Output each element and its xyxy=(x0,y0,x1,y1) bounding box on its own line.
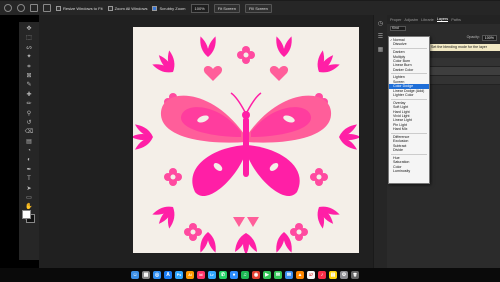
path-select-tool-icon[interactable]: ➤ xyxy=(25,186,33,192)
butterfly-artwork xyxy=(131,35,361,255)
eraser-tool-icon[interactable]: ⌫ xyxy=(25,129,33,135)
music-icon[interactable]: ♪ xyxy=(318,270,326,279)
menu-separator xyxy=(391,153,427,155)
blend-mode-dropdown: NormalDissolveDarkenMultiplyColor BurnLi… xyxy=(388,36,430,184)
gradient-tool-icon[interactable]: ▤ xyxy=(25,139,33,145)
photoshop-icon[interactable]: Ps xyxy=(175,270,183,279)
layers-list xyxy=(430,58,500,148)
layer-row[interactable] xyxy=(430,67,500,76)
menu-separator xyxy=(391,73,427,75)
stamp-tool-icon[interactable]: ⚲ xyxy=(25,111,33,117)
healing-tool-icon[interactable]: ✚ xyxy=(25,92,33,98)
blur-tool-icon[interactable]: ◔ xyxy=(25,148,33,154)
zoom-tool-icon[interactable] xyxy=(17,4,25,12)
properties-icon[interactable]: ☰ xyxy=(377,34,384,41)
whatsapp-icon[interactable]: ✆ xyxy=(219,270,227,279)
zoom-out-icon[interactable] xyxy=(43,4,51,12)
zoom-level-field[interactable]: 100% xyxy=(190,3,209,13)
home-icon[interactable] xyxy=(4,4,12,12)
crop-tool-icon[interactable]: ⌗ xyxy=(25,64,33,70)
dodge-tool-icon[interactable]: ◐ xyxy=(25,157,33,163)
document-canvas[interactable] xyxy=(131,27,361,255)
layer-row[interactable] xyxy=(430,76,500,85)
menu-separator xyxy=(391,132,427,134)
shape-tool-icon[interactable]: ▭ xyxy=(25,195,33,201)
notes-icon[interactable]: ▤ xyxy=(329,270,337,279)
tools-panel: ✥⬚ᔕ✦⌗⊠✎✚✏⚲↺⌫▤◔◐✒T➤▭✋⚲ xyxy=(19,22,39,260)
layer-row[interactable] xyxy=(430,58,500,67)
blend-mode-hard-mix[interactable]: Hard Mix xyxy=(389,127,429,131)
blend-mode-divide[interactable]: Divide xyxy=(389,148,429,152)
system-preferences-icon[interactable]: ⚙ xyxy=(340,270,348,279)
magic-wand-tool-icon[interactable]: ✦ xyxy=(25,54,33,60)
lightroom-icon[interactable]: Lr xyxy=(208,270,216,279)
scrubby-zoom-checkbox[interactable]: Scrubby Zoom xyxy=(152,5,186,11)
blend-mode-tooltip: Set the blending mode for the layer xyxy=(428,44,500,51)
lasso-tool-icon[interactable]: ᔕ xyxy=(25,45,33,51)
swatches-icon[interactable]: ▦ xyxy=(377,47,384,54)
finder-icon[interactable]: ☺ xyxy=(131,270,139,279)
safari-icon[interactable]: ◎ xyxy=(153,270,161,279)
zoom-in-icon[interactable] xyxy=(30,4,38,12)
history-brush-tool-icon[interactable]: ↺ xyxy=(25,120,33,126)
blend-mode-darker-color[interactable]: Darker Color xyxy=(389,68,429,72)
vlc-icon[interactable]: ▲ xyxy=(296,270,304,279)
panel-tabs: Proper Adjustm Librarie Layers Paths xyxy=(387,15,500,24)
calendar-icon[interactable]: 17 xyxy=(307,270,315,279)
eyedropper-tool-icon[interactable]: ✎ xyxy=(25,82,33,88)
opacity-label: Opacity: xyxy=(466,34,480,39)
fill-screen-button[interactable]: Fill Screen xyxy=(244,3,272,13)
brush-tool-icon[interactable]: ✏ xyxy=(25,101,33,107)
opacity-value[interactable]: 100% xyxy=(481,34,497,41)
tab-libraries[interactable]: Librarie xyxy=(421,18,434,22)
history-icon[interactable]: ◷ xyxy=(377,21,384,28)
opacity-control[interactable]: Opacity: 100% xyxy=(466,34,497,41)
blend-mode-dissolve[interactable]: Dissolve xyxy=(389,42,429,46)
illustrator-icon[interactable]: Ai xyxy=(186,270,194,279)
tab-adjustments[interactable]: Adjustm xyxy=(404,18,418,22)
messages-icon[interactable]: ✉ xyxy=(274,270,282,279)
collapsed-panels-strip: ◷ ☰ ▦ xyxy=(373,15,387,268)
tab-paths[interactable]: Paths xyxy=(451,18,461,22)
trash-icon[interactable]: 🗑 xyxy=(351,270,359,279)
dock: ☺ ▦ ◎ A Ps Ai Id Lr ✆ ● ♫ ◉ ▶ ✉ ✉ ▲ 17 ♪ ▤ ⚙ 🗑 xyxy=(20,268,470,281)
resize-windows-checkbox[interactable]: Resize Windows to Fit xyxy=(56,5,103,11)
kind-filter-select[interactable]: Kind xyxy=(390,26,406,31)
launchpad-icon[interactable]: ▦ xyxy=(142,270,150,279)
zoom-icon[interactable]: ● xyxy=(230,270,238,279)
menu-separator xyxy=(391,47,427,49)
app-store-icon[interactable]: A xyxy=(164,270,172,279)
tab-properties[interactable]: Proper xyxy=(390,18,401,22)
blend-mode-lighter-color[interactable]: Lighter Color xyxy=(389,93,429,97)
indesign-icon[interactable]: Id xyxy=(197,270,205,279)
foreground-color-swatch[interactable] xyxy=(22,210,31,219)
spotify-icon[interactable]: ♫ xyxy=(241,270,249,279)
marquee-tool-icon[interactable]: ⬚ xyxy=(25,35,33,41)
pen-tool-icon[interactable]: ✒ xyxy=(25,167,33,173)
options-bar: Resize Windows to Fit Zoom All Windows S… xyxy=(0,1,500,15)
chrome-icon[interactable]: ◉ xyxy=(252,270,260,279)
type-tool-icon[interactable]: T xyxy=(25,176,33,182)
zoom-all-checkbox[interactable]: Zoom All Windows xyxy=(107,5,147,11)
menu-separator xyxy=(391,98,427,100)
blend-mode-luminosity[interactable]: Luminosity xyxy=(389,169,429,173)
frame-tool-icon[interactable]: ⊠ xyxy=(25,73,33,79)
fit-screen-button[interactable]: Fit Screen xyxy=(213,3,240,13)
move-tool-icon[interactable]: ✥ xyxy=(25,26,33,32)
mail-icon[interactable]: ✉ xyxy=(285,270,293,279)
layer-filter-row: Kind xyxy=(387,24,500,33)
tab-layers[interactable]: Layers xyxy=(436,17,449,22)
facetime-icon[interactable]: ▶ xyxy=(263,270,271,279)
